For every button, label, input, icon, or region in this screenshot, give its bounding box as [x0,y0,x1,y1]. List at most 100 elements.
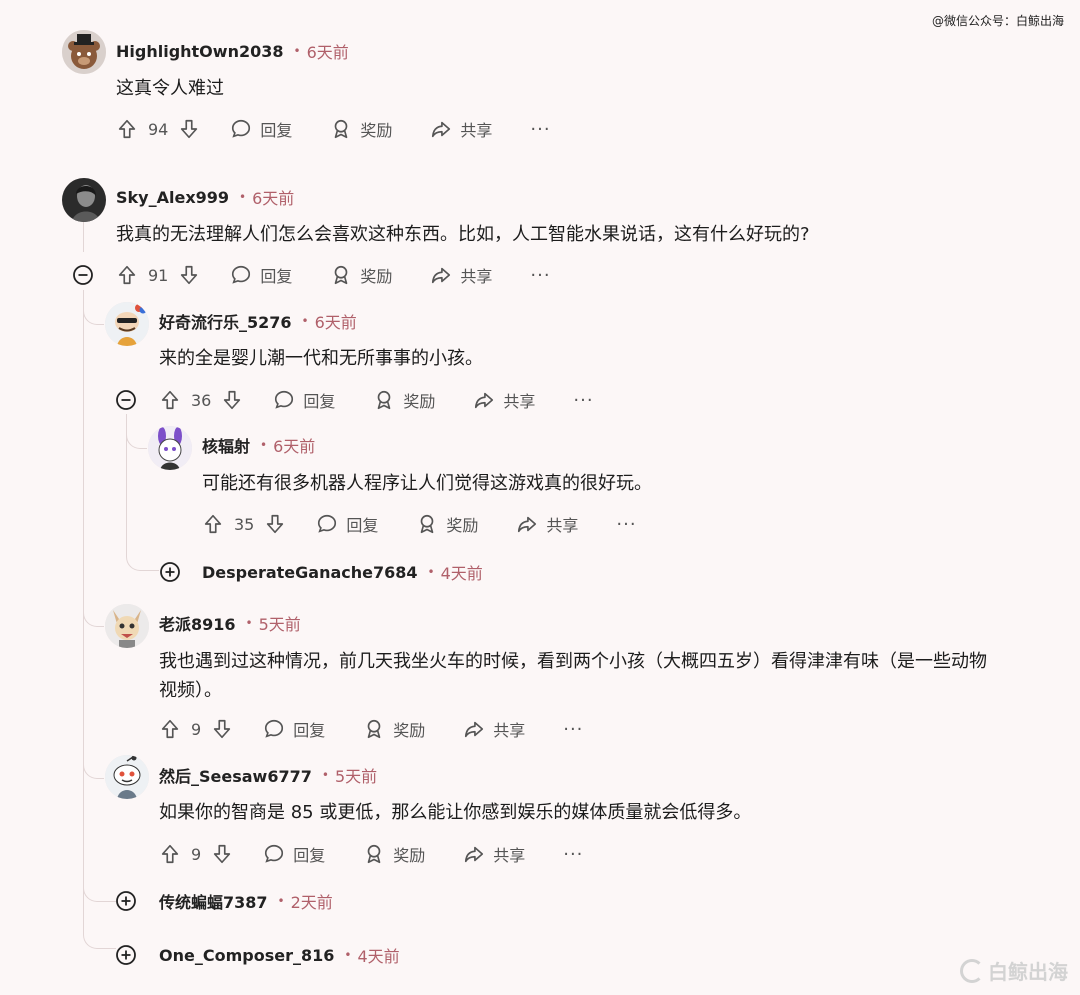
upvote-button[interactable] [159,389,181,411]
thread-branch [126,424,147,449]
timestamp[interactable]: 2天前 [291,889,333,913]
reply-label: 回复 [293,846,326,865]
plus-circle-icon [116,891,136,911]
timestamp[interactable]: 4天前 [357,943,399,967]
username[interactable]: 传统蝙蝠7387 [159,889,268,913]
avatar[interactable] [62,178,106,222]
more-options-button[interactable]: ··· [563,719,583,740]
comment-actions: 91 回复 奖励 共享 ··· [116,262,551,288]
username[interactable]: One_Composer_816 [159,946,334,965]
more-options-button[interactable]: ··· [563,844,583,865]
downvote-button[interactable] [211,718,233,740]
thread-branch [83,750,104,779]
upvote-button[interactable] [202,513,224,535]
collapse-thread-button[interactable] [72,264,94,286]
award-button[interactable]: 奖励 [373,388,435,412]
award-label: 奖励 [403,392,436,411]
vote-count: 91 [148,265,169,285]
more-options-button[interactable]: ··· [573,390,593,411]
timestamp[interactable]: 4天前 [441,560,483,584]
username[interactable]: 好奇流行乐_5276 [159,309,292,333]
avatar-fox-image [105,604,149,648]
avatar[interactable] [105,302,149,346]
comment-actions: 35 回复 奖励 共享 ··· [202,511,637,537]
expand-thread-button[interactable] [159,561,181,583]
thread-branch [83,300,104,325]
upvote-button[interactable] [116,118,138,140]
timestamp[interactable]: 5天前 [259,611,301,635]
upvote-button[interactable] [159,843,181,865]
timestamp[interactable]: 6天前 [307,39,349,63]
award-button[interactable]: 奖励 [363,842,425,866]
comment-text-line: 视频）。 [159,680,222,701]
share-button[interactable]: 共享 [430,117,492,141]
avatar[interactable] [148,426,192,470]
share-button[interactable]: 共享 [430,263,492,287]
username[interactable]: 核辐射 [202,433,250,457]
more-options-button[interactable]: ··· [530,119,550,140]
collapse-thread-button[interactable] [115,389,137,411]
reply-button[interactable]: 回复 [230,263,292,287]
reply-button[interactable]: 回复 [263,842,325,866]
avatar[interactable] [62,30,106,74]
timestamp[interactable]: 6天前 [252,185,294,209]
downvote-arrow-icon [224,390,241,410]
reply-button[interactable]: 回复 [316,512,378,536]
award-button[interactable]: 奖励 [330,117,392,141]
more-options-button[interactable]: ··· [616,514,636,535]
username[interactable]: HighlightOwn2038 [116,42,283,61]
award-label: 奖励 [393,846,426,865]
watermark-logo: 白鲸出海 [960,956,1068,985]
share-button[interactable]: 共享 [463,842,525,866]
award-icon [421,514,434,534]
username[interactable]: DesperateGanache7684 [202,563,418,582]
downvote-button[interactable] [211,843,233,865]
award-button[interactable]: 奖励 [363,717,425,741]
reply-label: 回复 [346,516,379,535]
comment-actions: 36 回复 奖励 共享 ··· [159,387,594,413]
share-arrow-icon [432,121,451,138]
upvote-button[interactable] [116,264,138,286]
share-button[interactable]: 共享 [516,512,578,536]
avatar-photo-image [62,178,106,222]
award-button[interactable]: 奖励 [416,512,478,536]
separator-dot: • [277,894,285,908]
reply-button[interactable]: 回复 [230,117,292,141]
award-button[interactable]: 奖励 [330,263,392,287]
share-button[interactable]: 共享 [473,388,535,412]
comment-bubble-icon [265,844,284,863]
downvote-button[interactable] [264,513,286,535]
downvote-button[interactable] [221,389,243,411]
downvote-button[interactable] [178,264,200,286]
upvote-arrow-icon [161,390,179,410]
avatar[interactable] [105,604,149,648]
expand-thread-button[interactable] [115,944,137,966]
username[interactable]: 老派8916 [159,611,236,635]
reply-button[interactable]: 回复 [273,388,335,412]
username[interactable]: 然后_Seesaw6777 [159,763,312,787]
separator-dot: • [239,190,247,204]
more-options-button[interactable]: ··· [530,265,550,286]
thread-branch [83,600,104,627]
username[interactable]: Sky_Alex999 [116,188,229,207]
timestamp[interactable]: 6天前 [315,309,357,333]
thread-branch [126,540,159,571]
comment-text-line: 我也遇到过这种情况，前几天我坐火车的时候，看到两个小孩（大概四五岁）看得津津有味… [159,651,987,672]
award-icon [378,390,391,410]
thread-line [83,290,84,906]
avatar[interactable] [105,755,149,799]
timestamp[interactable]: 5天前 [335,763,377,787]
award-label: 奖励 [360,121,393,140]
downvote-button[interactable] [178,118,200,140]
expand-thread-button[interactable] [115,890,137,912]
timestamp[interactable]: 6天前 [273,433,315,457]
share-arrow-icon [465,846,484,863]
reply-button[interactable]: 回复 [263,717,325,741]
avatar-snoo-image [105,755,149,799]
upvote-arrow-icon [118,119,136,139]
thread-branch [83,870,116,902]
share-button[interactable]: 共享 [463,717,525,741]
comment-meta: HighlightOwn2038 • 6天前 [116,39,349,63]
downvote-arrow-icon [267,514,284,534]
upvote-button[interactable] [159,718,181,740]
